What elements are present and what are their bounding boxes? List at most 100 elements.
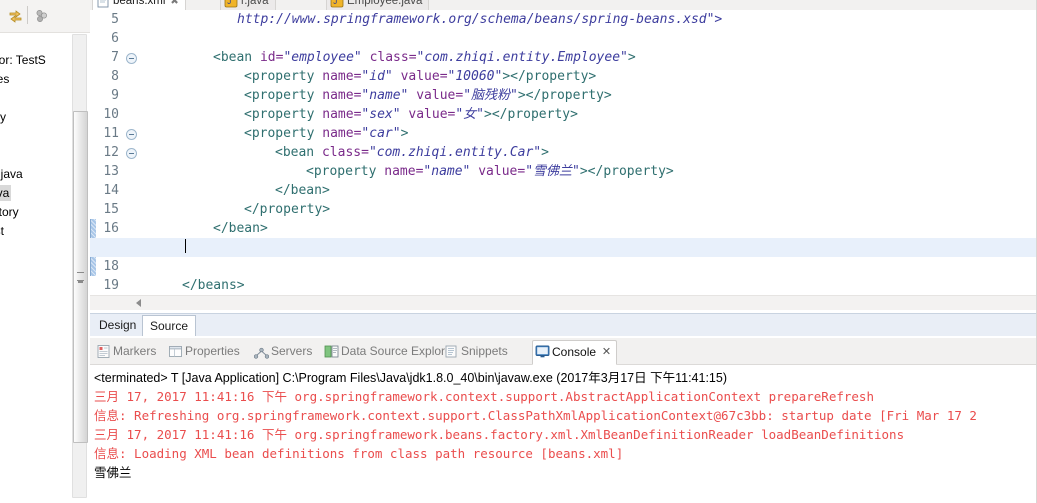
datasource-icon [324,344,339,359]
code-line[interactable]: </property> [244,200,330,219]
code-token: ></property> [579,164,674,179]
code-token: > [541,145,549,160]
console-line: 三月 17, 2017 11:41:16 下午 org.springframew… [94,427,905,442]
bottom-panel-tab-bar[interactable]: Markers Properties Servers Data Source Expl… [90,338,1037,365]
line-number: 18 [103,259,119,274]
code-token: </bean> [213,221,268,236]
source-code-area[interactable]: 5678910111213141516171819 http://www.spr… [90,10,1037,296]
bottom-tab-label: Data Source Explorer [341,344,456,358]
xml-editor-pane: beans.xml ✖ Jr.java J Employee.java 5 6 7 8 9 10 1… [90,0,1037,336]
console-line: 信息: Loading XML bean definitions from cl… [94,446,624,461]
tree-item[interactable]: ices [0,70,9,89]
code-line[interactable]: <property name="sex" value="女"></propert… [244,105,578,124]
bottom-tab-close-icon[interactable]: ✕ [602,341,611,364]
scrollbar-thumb[interactable] [73,111,88,443]
console-icon [535,344,550,359]
code-token: ></property> [517,88,612,103]
scrollbar-grip [77,272,84,281]
code-token: value= [400,69,448,84]
editor-tab[interactable]: beans.xml ✖ [92,0,186,10]
code-line[interactable]: </bean> [275,181,330,200]
editor-horizontal-scrollbar[interactable] [90,295,1037,310]
code-line[interactable] [185,238,186,257]
editor-tab-label: r.java [241,0,269,7]
console-view-pane: Markers Properties Servers Data Source Expl… [90,338,1037,503]
line-number: 12 [103,145,119,160]
code-line[interactable]: <property name="name" value="脑残粉"></prop… [244,86,612,105]
form-tab-design[interactable]: Design [92,315,143,335]
tree-item[interactable]: ntity [0,108,6,127]
editor-form-tabs[interactable]: Design Source [90,313,1037,336]
console-output[interactable]: <terminated> T [Java Application] C:\Pro… [90,365,1037,503]
editor-tab-label: Employee.java [347,0,423,7]
code-token: "employee" [283,50,362,65]
code-token: <bean [213,50,260,65]
line-number: 15 [103,202,119,217]
line-number: 5 [111,12,119,27]
toolbar-divider [27,6,28,24]
code-token: value= [408,107,456,122]
link-with-editor-icon[interactable] [8,8,24,24]
code-token: > [400,126,409,141]
bottom-tab-properties[interactable]: Properties [166,341,240,362]
line-number: 16 [103,221,119,236]
bottom-tab-markers[interactable]: Markers [94,341,156,362]
code-line[interactable]: http://www.springframework.org/schema/be… [237,10,722,29]
collapse-all-icon[interactable] [34,8,50,24]
line-number: 19 [103,278,119,293]
editor-tab-close-icon[interactable]: ✖ [170,0,178,7]
code-line[interactable]: <property name="car"> [244,124,408,143]
bottom-tab-label: Console [552,345,597,359]
code-token: name= [384,164,424,179]
bottom-tab-console[interactable]: Console ✕ [532,340,618,365]
bottom-tab-servers[interactable]: Servers [252,341,312,362]
bottom-tab-snippets[interactable]: Snippets [442,341,508,362]
code-text[interactable]: http://www.springframework.org/schema/be… [138,10,1037,296]
package-explorer-tree[interactable]: riptor: TestSicesntityaee.javaavaactorye… [0,34,74,503]
console-line: 雪佛兰 [94,465,132,480]
bottom-tab-data-source-explorer[interactable]: Data Source Explorer [322,341,456,362]
code-token: "com.zhiqi.entity.Car" [368,145,542,160]
properties-icon [168,344,183,359]
code-token: "name" [361,88,409,103]
code-token: ></property> [502,69,597,84]
code-token: "id" [361,69,393,84]
code-token: <bean [275,145,322,160]
code-token: http://www.springframework.org/schema/be… [237,12,723,27]
tree-item[interactable]: ee.java [0,165,23,184]
code-token: "sex" [361,107,401,122]
code-token: "脑残粉" [463,88,518,103]
code-token: value= [478,164,526,179]
code-token: "女" [455,107,485,122]
tree-item-label: riptor: TestS [0,53,46,67]
code-line[interactable]: </beans> [182,276,245,295]
code-line[interactable]: </bean> [213,219,268,238]
editor-tab-bar[interactable]: beans.xml ✖ Jr.java J Employee.java [90,0,1037,10]
code-line[interactable]: <property name="name" value="雪佛兰"></prop… [306,162,674,181]
fold-collapse-icon[interactable] [126,53,137,64]
code-token: <property [244,126,323,141]
code-line[interactable]: <bean class="com.zhiqi.entity.Car"> [275,143,549,162]
editor-tab-label: beans.xml [113,0,166,7]
tree-item[interactable]: est [0,222,4,241]
tree-item[interactable]: actory [0,203,19,222]
tree-item-label: ee.java [0,167,23,181]
tree-item[interactable]: riptor: TestS [0,51,46,70]
package-explorer-vertical-scrollbar[interactable] [72,34,88,498]
line-number: 8 [111,69,119,84]
eclipse-window: riptor: TestSicesntityaee.javaavaactorye… [0,0,1037,503]
editor-tab[interactable]: J Employee.java [326,0,430,10]
java-file-icon: J [330,0,344,8]
editor-tab[interactable]: Jr.java [220,0,276,10]
fold-collapse-icon[interactable] [126,129,137,140]
code-line[interactable]: <property name="id" value="10060"></prop… [244,67,596,86]
code-token: id= [259,50,284,65]
scroll-left-arrow-icon[interactable] [136,299,141,307]
line-number: 9 [111,88,119,103]
tree-item[interactable]: ava [0,184,12,203]
fold-collapse-icon[interactable] [126,148,137,159]
form-tab-source[interactable]: Source [142,315,197,336]
code-line[interactable]: <bean id="employee" class="com.zhiqi.ent… [213,48,636,67]
